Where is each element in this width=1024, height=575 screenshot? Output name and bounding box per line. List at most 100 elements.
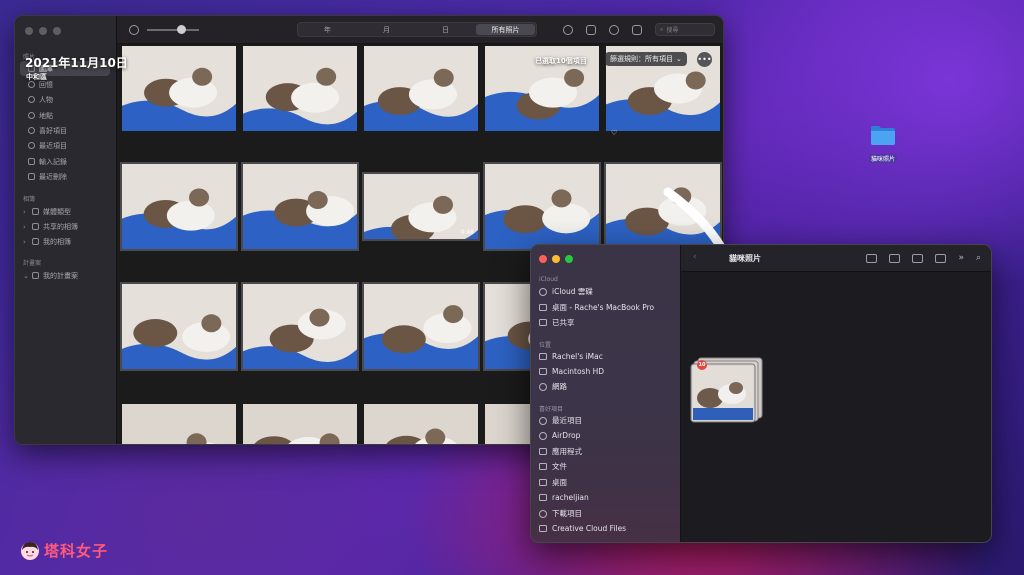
sidebar-item-imports[interactable]: 輸入記錄 — [20, 154, 110, 169]
sidebar-item-favorites[interactable]: 喜好項目 — [20, 123, 110, 138]
share-icon[interactable] — [912, 253, 924, 263]
sidebar-item-documents[interactable]: 文件 — [539, 460, 679, 473]
sidebar-item-my-albums[interactable]: › 我的相簿 — [20, 234, 110, 249]
sidebar-item-label: 文件 — [552, 462, 567, 471]
favorite-heart-icon[interactable]: ♡ — [611, 129, 617, 137]
tab-month[interactable]: 月 — [357, 23, 416, 36]
sidebar-item-recents[interactable]: 最近項目 — [539, 414, 679, 427]
photo-thumbnail[interactable] — [362, 282, 480, 371]
sidebar-item-icloud-drive[interactable]: iCloud 雲碟 — [539, 285, 679, 298]
tag-icon[interactable] — [935, 253, 947, 263]
tab-all-photos[interactable]: 所有照片 — [476, 24, 535, 35]
chevron-down-icon[interactable]: ⌄ — [23, 272, 29, 280]
photo-thumbnail[interactable] — [241, 162, 359, 251]
photo-thumbnail[interactable] — [364, 46, 478, 131]
sidebar-item-macintosh-hd[interactable]: Macintosh HD — [539, 365, 679, 378]
rotate-icon[interactable] — [632, 24, 642, 35]
sidebar-item-downloads[interactable]: 下載項目 — [539, 507, 679, 520]
tab-day[interactable]: 日 — [416, 23, 475, 36]
filter-label: 篩選規則：所有項目 — [610, 55, 673, 63]
sidebar-item-label: 最近項目 — [552, 416, 582, 425]
sidebar-item-people[interactable]: 人物 — [20, 92, 110, 107]
photos-toolbar: 年 月 日 所有照片 ⌕ 搜尋 — [117, 16, 723, 44]
photo-thumbnail[interactable] — [604, 162, 722, 251]
photo-thumbnail[interactable] — [483, 162, 601, 251]
back-button[interactable]: ‹ — [693, 252, 697, 262]
zoom-button[interactable] — [53, 27, 61, 35]
sidebar-section-favorites: 喜好項目 — [539, 406, 564, 413]
chevron-right-icon[interactable]: › — [23, 223, 28, 231]
minimize-button[interactable] — [39, 27, 47, 35]
sidebar-item-home[interactable]: racheljian — [539, 491, 679, 504]
chevron-right-icon[interactable]: › — [23, 238, 28, 246]
photo-thumbnail[interactable] — [120, 162, 238, 251]
zoom-button[interactable] — [565, 255, 573, 263]
tab-year[interactable]: 年 — [298, 23, 357, 36]
sidebar-item-network[interactable]: 網路 — [539, 380, 679, 393]
sidebar-item-label: 媒體類型 — [43, 207, 71, 216]
sidebar-item-recently-deleted[interactable]: 最近刪除 — [20, 169, 110, 184]
sidebar-item-label: 網路 — [552, 382, 567, 391]
sidebar-item-shared[interactable]: 已共享 — [539, 316, 679, 329]
search-icon[interactable]: ⌕ — [976, 253, 981, 263]
slider-knob[interactable] — [177, 25, 186, 34]
sidebar-item-label: iCloud 雲碟 — [552, 287, 593, 296]
sidebar-section-albums: 相簿 — [23, 196, 36, 203]
heart-icon[interactable] — [609, 24, 619, 35]
brand-avatar-icon — [21, 541, 39, 560]
clock-icon — [539, 416, 547, 425]
rotate-icon[interactable] — [129, 25, 139, 35]
sidebar-item-desktop[interactable]: 桌面 — [539, 476, 679, 489]
sidebar-item-creative-cloud[interactable]: Creative Cloud Files — [539, 522, 679, 535]
photo-thumbnail[interactable]: 0:48 — [362, 172, 480, 241]
photo-thumbnail[interactable] — [364, 404, 478, 444]
photo-thumbnail[interactable] — [241, 282, 359, 371]
date-title: 2021年11月10日 — [25, 56, 128, 70]
brand-watermark: 塔科女子 — [20, 540, 108, 561]
photo-thumbnail[interactable] — [122, 46, 236, 131]
sidebar-item-label: 共享的相簿 — [43, 222, 78, 231]
sidebar-item-label: 最近刪除 — [39, 172, 67, 181]
sidebar-section-projects: 計畫案 — [23, 260, 42, 267]
sidebar-item-airdrop[interactable]: AirDrop — [539, 429, 679, 442]
group-icon[interactable] — [889, 253, 901, 263]
folder-icon — [32, 272, 39, 279]
photo-thumbnail[interactable] — [122, 404, 236, 444]
more-toolbar-icon[interactable]: » — [958, 253, 964, 263]
close-button[interactable] — [539, 255, 547, 263]
photo-thumbnail[interactable] — [243, 404, 357, 444]
sidebar-item-shared-albums[interactable]: › 共享的相簿 — [20, 219, 110, 234]
desktop-folder[interactable]: 貓咪照片 — [866, 124, 900, 165]
globe-icon — [539, 382, 547, 391]
computer-icon — [539, 353, 547, 360]
view-segmented-control: 年 月 日 所有照片 — [297, 22, 537, 37]
photo-thumbnail[interactable] — [120, 282, 238, 371]
sidebar-item-my-projects[interactable]: ⌄ 我的計畫案 — [20, 268, 110, 283]
window-controls — [25, 27, 61, 35]
finder-title: 貓咪照片 — [729, 254, 761, 263]
memories-icon — [28, 81, 35, 88]
close-button[interactable] — [25, 27, 33, 35]
photo-thumbnail[interactable] — [243, 46, 357, 131]
sidebar-item-recents[interactable]: 最近項目 — [20, 138, 110, 153]
sidebar-item-media-types[interactable]: › 媒體類型 — [20, 204, 110, 219]
share-icon[interactable] — [586, 24, 596, 35]
sidebar-item-label: 最近項目 — [39, 141, 67, 150]
sidebar-item-label: 桌面 - Rache's MacBook Pro — [552, 303, 655, 312]
sidebar-item-places[interactable]: 地點 — [20, 108, 110, 123]
sidebar-item-imac[interactable]: Rachel's iMac — [539, 350, 679, 363]
zoom-slider[interactable] — [147, 25, 199, 34]
filter-dropdown[interactable]: 篩選規則：所有項目 ⌄ — [605, 52, 687, 66]
sidebar-item-applications[interactable]: 應用程式 — [539, 445, 679, 458]
sidebar-item-label: 喜好項目 — [39, 126, 67, 135]
sidebar-item-desktop-macbook[interactable]: 桌面 - Rache's MacBook Pro — [539, 301, 679, 314]
chevron-right-icon[interactable]: › — [23, 208, 28, 216]
minimize-button[interactable] — [552, 255, 560, 263]
info-icon[interactable] — [563, 24, 573, 35]
selection-count: 已選取10個項目 — [535, 57, 587, 65]
grid-view-icon[interactable] — [866, 253, 878, 263]
more-options-button[interactable]: ••• — [697, 52, 712, 67]
home-icon — [539, 494, 547, 501]
sidebar-item-label: 地點 — [39, 111, 53, 120]
search-input[interactable]: ⌕ 搜尋 — [655, 23, 715, 36]
